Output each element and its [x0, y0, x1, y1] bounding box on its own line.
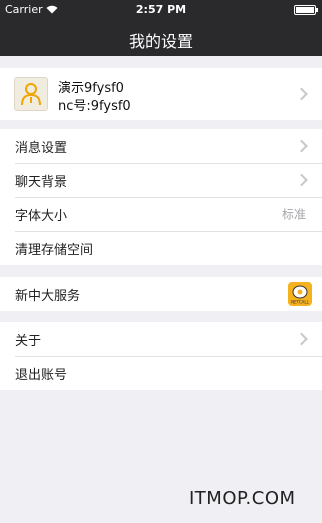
clear-storage-row[interactable]: 清理存储空间: [0, 231, 322, 265]
profile-row[interactable]: 演示9fysf0 nc号:9fysf0: [0, 68, 322, 120]
services-group: 新中大服务 NETCALL: [0, 277, 322, 311]
font-size-value: 标准: [281, 207, 306, 222]
netcall-icon-text: NETCALL: [291, 300, 309, 305]
watermark: ITMOP.COM: [189, 488, 296, 509]
logout-row[interactable]: 退出账号: [0, 356, 322, 390]
avatar-icon: [14, 77, 48, 111]
status-bar: Carrier 2:57 PM: [0, 0, 322, 20]
chevron-right-icon: [295, 139, 308, 153]
chat-background-label: 聊天背景: [15, 174, 68, 190]
battery-icon: [294, 5, 318, 15]
settings-group: 消息设置 聊天背景 字体大小 标准 清理存储空间: [0, 129, 322, 265]
chevron-right-icon: [295, 332, 308, 346]
chevron-right-icon: [295, 173, 308, 187]
chevron-right-icon: [295, 87, 308, 101]
page-title: 我的设置: [128, 32, 193, 51]
profile-id: nc号:9fysf0: [58, 99, 131, 114]
about-row[interactable]: 关于: [0, 322, 322, 356]
chat-background-row[interactable]: 聊天背景: [0, 163, 322, 197]
font-size-row[interactable]: 字体大小 标准: [0, 197, 322, 231]
top-bar: Carrier 2:57 PM 我的设置: [0, 0, 322, 56]
logout-label: 退出账号: [15, 367, 68, 383]
status-time: 2:57 PM: [135, 3, 187, 16]
message-settings-row[interactable]: 消息设置: [0, 129, 322, 163]
font-size-label: 字体大小: [15, 208, 68, 224]
profile-name: 演示9fysf0: [58, 81, 124, 96]
account-group: 关于 退出账号: [0, 322, 322, 390]
services-label: 新中大服务: [15, 288, 81, 304]
services-row[interactable]: 新中大服务 NETCALL: [0, 277, 322, 311]
message-settings-label: 消息设置: [15, 140, 68, 156]
clear-storage-label: 清理存储空间: [15, 242, 94, 258]
netcall-icon: NETCALL: [288, 282, 312, 306]
about-label: 关于: [15, 333, 42, 349]
